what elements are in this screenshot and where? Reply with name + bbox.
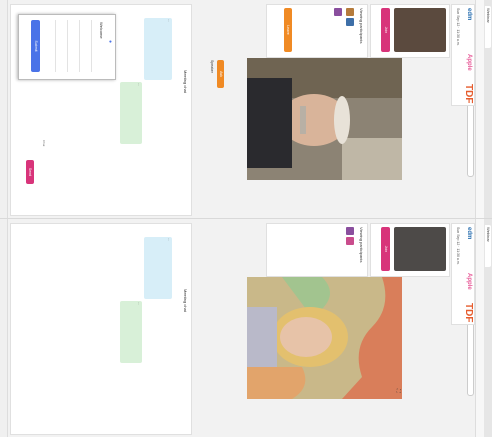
brand-name: edm (466, 8, 472, 21)
video-feed (247, 58, 402, 180)
popup-submit-button[interactable]: Submit (31, 20, 40, 72)
chat-message: … (144, 18, 172, 80)
presenter-thumbnail (394, 227, 446, 271)
fullscreen-icon[interactable]: ⛶ (395, 389, 401, 393)
brand-partner: Apple (466, 54, 472, 71)
chat-tab[interactable]: Chat (42, 140, 46, 146)
video-frame (247, 277, 402, 399)
brand-logo: TDF (463, 84, 474, 104)
popup-title: Welcome (99, 22, 104, 39)
popup-field-line (55, 20, 56, 72)
participant-avatar (346, 237, 354, 245)
address-bar-row: webinar.example (467, 219, 484, 437)
ask-button[interactable]: Ask (217, 60, 224, 88)
chat-message: … (120, 301, 142, 363)
participant-avatar (346, 227, 354, 235)
participants-title: Viewing participants (359, 227, 364, 263)
send-button[interactable]: Send (26, 160, 34, 184)
participant-avatar (346, 18, 354, 26)
presenter-thumbnail (394, 8, 446, 52)
video-feed (247, 277, 402, 399)
video-caption: Speaker (210, 60, 214, 74)
screenshot-bottom: Webinar webinar.example edm Apple TDF Su… (0, 219, 492, 437)
info-icon: ● (107, 40, 113, 44)
event-meta: Sun Sep 12 · 11:30 a.m. (456, 8, 460, 46)
taskbar (0, 219, 8, 437)
browser-tab[interactable]: Webinar (485, 225, 491, 267)
chat-message: … (120, 82, 142, 144)
brand-partner: Apple (466, 273, 472, 290)
chat-title: Meeting chat (183, 289, 188, 312)
address-bar-row: webinar.example (467, 0, 484, 218)
tab-strip: Webinar (484, 219, 492, 437)
chat-title: Meeting chat (183, 70, 188, 93)
participant-avatar (334, 8, 342, 16)
leave-button[interactable]: Leave (284, 8, 292, 52)
popup-field-line (91, 20, 92, 72)
brand-name: edm (466, 227, 472, 240)
event-meta: Sun Sep 12 · 11:30 a.m. (456, 227, 460, 265)
webinar-page: Webinar webinar.example edm Apple TDF Su… (0, 0, 492, 218)
participant-avatar (346, 8, 354, 16)
popup-field-line (79, 20, 80, 72)
join-button[interactable]: Join (381, 8, 390, 52)
join-button[interactable]: Join (381, 227, 390, 271)
brand-logo: TDF (463, 303, 474, 323)
participants-title: Viewing participants (359, 8, 364, 44)
webinar-page: Webinar webinar.example edm Apple TDF Su… (0, 219, 492, 437)
tab-strip: Webinar (484, 0, 492, 218)
video-frame (247, 58, 402, 180)
taskbar (0, 0, 8, 218)
browser-tab[interactable]: Webinar (485, 6, 491, 48)
popup-field-line (67, 20, 68, 72)
screenshot-top: Webinar webinar.example edm Apple TDF Su… (0, 0, 492, 218)
chat-message: … (144, 237, 172, 299)
